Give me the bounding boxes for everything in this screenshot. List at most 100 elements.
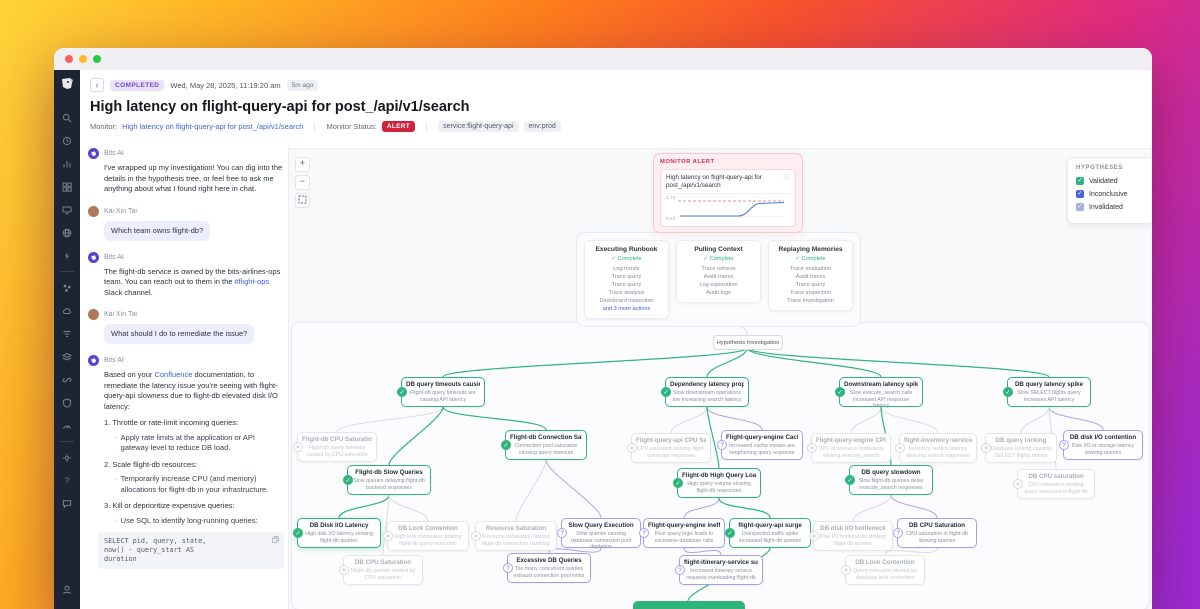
hypothesis-subtitle: Slow flight-db queries delay execute_sea… <box>858 478 924 491</box>
hypothesis-node[interactable]: ? Excessive DB Queries Too many concurrent… <box>503 553 591 583</box>
validated-check-icon: ✓ <box>343 475 353 485</box>
hypothesis-node[interactable]: ? DB disk I/O contention Disk I/O or stora… <box>1059 430 1143 460</box>
host-icon[interactable] <box>59 202 75 218</box>
env-tag[interactable]: env:prod <box>523 121 561 132</box>
hypothesis-subtitle: Slow SELECT flights query increases API … <box>1017 390 1081 403</box>
checkbox-icon[interactable]: ✓ <box>1076 203 1084 211</box>
hypothesis-node[interactable]: ?flight-itinerary-service surge Increased… <box>675 555 763 585</box>
monitor-link[interactable]: High latency on flight-query-api for pos… <box>122 122 303 131</box>
chart-icon[interactable] <box>59 156 75 172</box>
hypothesis-subtitle: Poor query logic leads to excessive data… <box>654 531 714 544</box>
hypothesis-node[interactable]: ✓ DB query slowdown Slow flight-db queries… <box>845 465 933 495</box>
hypothesis-subtitle: Unexpected traffic spike increased fligh… <box>738 531 802 544</box>
dashboard-icon[interactable] <box>59 179 75 195</box>
invalidated-x-icon: ✕ <box>841 565 851 575</box>
cloud-icon[interactable] <box>59 303 75 319</box>
minimize-window-button[interactable] <box>79 55 87 63</box>
hypothesis-title: DB query locking <box>995 437 1047 444</box>
hypothesis-node[interactable]: ✕Flight-query-api CPU Satura… CPU saturat… <box>627 433 711 463</box>
hypothesis-node[interactable]: ✕ DB query locking Database locking causin… <box>981 433 1057 463</box>
legend-label: Validated <box>1089 177 1118 185</box>
bolt-icon[interactable] <box>59 248 75 264</box>
hypothesis-title: DB CPU saturation <box>1028 473 1084 480</box>
hypothesis-node[interactable]: ✓ Dependency latency prop… Slow downstream… <box>661 377 749 407</box>
settings-icon[interactable] <box>59 450 75 466</box>
user-icon[interactable] <box>59 582 75 598</box>
chat-message: Bits AI The flight-db service is owned by… <box>88 251 284 299</box>
hypothesis-node[interactable]: ✕ DB Lock Contention Query execution slowe… <box>841 555 925 585</box>
checkbox-icon[interactable]: ✓ <box>1076 177 1084 185</box>
hypothesis-node[interactable]: ✓ Downstream latency spike Slow execute_se… <box>835 377 923 409</box>
hypothesis-node[interactable]: ✕ Resource Saturation Resource exhaustion … <box>471 521 557 551</box>
remediation-step: 2. Scale flight-db resources: ◦ Temporaril… <box>104 459 269 494</box>
history-icon[interactable] <box>59 133 75 149</box>
chat-text: What should I do to remediate the issue? <box>111 329 248 338</box>
legend-item-invalidated[interactable]: ✓ Invalidated <box>1076 203 1146 211</box>
hypothesis-canvas[interactable]: + − HYPOTHESES ✓ Validated ✓ Inconclusive ✓ I… <box>288 148 1152 609</box>
search-icon[interactable] <box>59 110 75 126</box>
runbook-action: Audit traces <box>795 274 826 280</box>
shield-icon[interactable] <box>59 395 75 411</box>
hypothesis-node[interactable]: ✕ DB disk I/O bottleneck Disk I/O bottlene… <box>809 521 893 551</box>
maximize-window-button[interactable] <box>93 55 101 63</box>
hypothesis-node[interactable]: ✓Flight-db Connection Satu… Connection po… <box>501 430 587 460</box>
more-actions-link[interactable]: and 3 more actions <box>589 305 664 313</box>
help-icon[interactable]: ? <box>59 473 75 489</box>
legend-title: HYPOTHESES <box>1076 165 1124 171</box>
legend-item-validated[interactable]: ✓ Validated <box>1076 177 1146 185</box>
copy-icon[interactable] <box>272 536 279 546</box>
hypothesis-node-partial[interactable] <box>633 601 745 609</box>
hypothesis-node[interactable]: ✓ DB Disk I/O Latency High disk I/O latenc… <box>293 518 381 548</box>
datadog-logo-icon[interactable] <box>59 76 75 92</box>
runbook-card[interactable]: Pulling Context ✓ Complete Trace retrieve… <box>676 240 761 303</box>
hypothesis-node[interactable]: ?Flight-query-engine Cache … Increased ca… <box>717 430 803 460</box>
chat-link[interactable]: #flight-ops <box>235 277 270 286</box>
runbook-card[interactable]: Executing Runbook ✓ Complete Log trends Tr… <box>584 240 669 319</box>
hypothesis-node[interactable]: ✓ DB query latency spike Slow SELECT fligh… <box>1003 377 1091 407</box>
legend-item-inconclusive[interactable]: ✓ Inconclusive <box>1076 190 1146 198</box>
complete-status: ✓ Complete <box>703 256 734 262</box>
layers-icon[interactable] <box>59 349 75 365</box>
integrations-icon[interactable] <box>59 280 75 296</box>
hypothesis-subtitle: Increased itinerary service requests ove… <box>686 568 756 581</box>
zoom-in-button[interactable]: + <box>295 157 310 172</box>
hypothesis-node[interactable]: ? DB CPU Saturation CPU saturation in flig… <box>893 518 977 548</box>
invalidated-x-icon: ✕ <box>809 531 819 541</box>
hypothesis-title: Excessive DB Queries <box>516 557 582 564</box>
hypothesis-node[interactable]: ✓DB query timeouts causin… Flight-db quer… <box>397 377 485 407</box>
hypothesis-node[interactable]: ✓ Flight-db Slow Queries Slow queries dela… <box>343 465 431 495</box>
service-tag[interactable]: service:flight-query-api <box>438 121 519 132</box>
sidebar-divider <box>60 441 74 442</box>
chat-icon[interactable] <box>59 496 75 512</box>
hypothesis-node[interactable]: ✓ flight-query-api surge Unexpected traffi… <box>725 518 811 548</box>
info-icon[interactable]: ⓘ <box>784 174 791 182</box>
hypothesis-node[interactable]: ✕flight-inventory-service deg… Inventory … <box>895 433 977 463</box>
hypothesis-node[interactable]: ✕Flight-query-engine CPU load CPU or reso… <box>807 433 891 463</box>
hypothesis-node[interactable]: ?Flight-query-engine inefficie… Poor quer… <box>639 518 725 548</box>
close-window-button[interactable] <box>65 55 73 63</box>
zoom-out-button[interactable]: − <box>295 175 310 190</box>
complete-status: ✓ Complete <box>795 256 826 262</box>
hypothesis-subtitle: Increased cache misses are lengthening q… <box>729 443 795 456</box>
link-icon[interactable] <box>59 372 75 388</box>
inconclusive-question-icon: ? <box>503 563 513 573</box>
runbook-action: Trace query <box>611 282 642 288</box>
gauge-icon[interactable] <box>59 418 75 434</box>
page-title: High latency on flight-query-api for pos… <box>90 99 470 115</box>
globe-icon[interactable] <box>59 225 75 241</box>
hypothesis-node[interactable]: ? Slow Query Execution Slow queries causin… <box>557 518 641 550</box>
hypothesis-node[interactable]: ✓ Flight-db High Query Load High query vol… <box>673 468 761 498</box>
chat-link[interactable]: Confluence <box>154 370 192 379</box>
monitor-alert-node[interactable]: MONITOR ALERT High latency on flight-que… <box>653 153 803 233</box>
hypothesis-node[interactable]: ✕ DB CPU Saturation Flight-db queries slow… <box>339 555 423 585</box>
hypothesis-root-node[interactable]: Hypothesis Investigation <box>713 335 783 350</box>
hypothesis-node[interactable]: ✕ DB Lock Contention High lock contention … <box>383 521 469 551</box>
checkbox-icon[interactable]: ✓ <box>1076 190 1084 198</box>
hypothesis-subtitle: Slow queries delaying flight-db backend … <box>353 478 425 491</box>
hypothesis-node[interactable]: ✕ Flight-db CPU Saturation Flight-db query… <box>293 432 377 462</box>
fit-view-button[interactable] <box>295 193 310 208</box>
filter-icon[interactable] <box>59 326 75 342</box>
hypothesis-node[interactable]: ✕ DB CPU saturation CPU saturation slowing… <box>1013 469 1095 499</box>
runbook-card[interactable]: Replaying Memories ✓ Complete Trace evalu… <box>768 240 853 311</box>
back-button[interactable]: ‹ <box>90 78 104 92</box>
